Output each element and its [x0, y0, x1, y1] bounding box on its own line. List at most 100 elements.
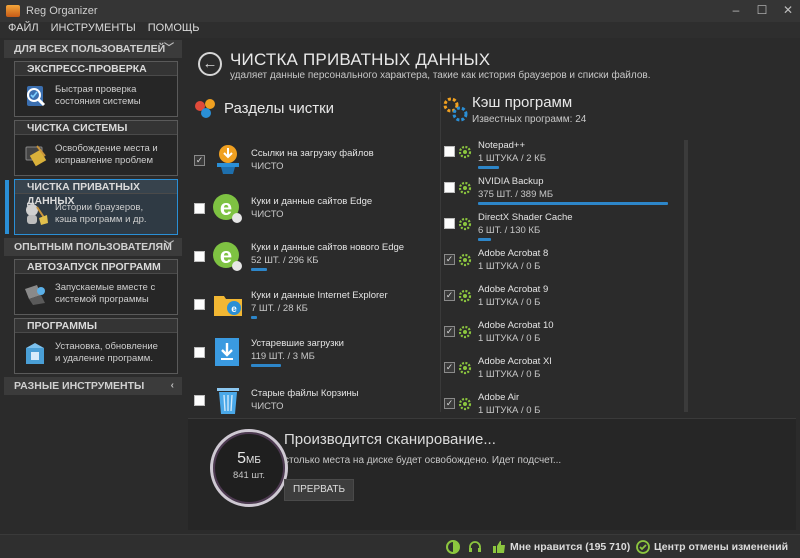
svg-text:e: e — [231, 304, 237, 315]
cache-item-title: Adobe Air — [478, 392, 520, 403]
sidebar-item-autorun[interactable]: АВТОЗАПУСК ПРОГРАММ Запускаемые вместе с… — [14, 259, 178, 315]
close-icon[interactable]: ✕ — [782, 4, 794, 16]
clean-item[interactable]: Старые файлы Корзины ЧИСТО — [194, 376, 434, 424]
like-button[interactable]: Мне нравится (195 710) — [492, 539, 630, 555]
map-pins-icon — [195, 99, 215, 118]
sidebar-item-private-data-cleaning[interactable]: ЧИСТКА ПРИВАТНЫХ ДАННЫХ Истории браузеро… — [5, 179, 178, 235]
gear-icon — [458, 397, 472, 411]
chevron-down-icon[interactable]: ﹀ — [164, 40, 174, 58]
clean-item-title: Старые файлы Корзины — [251, 388, 359, 399]
gears-icon — [443, 97, 468, 122]
menu-tools[interactable]: ИНСТРУМЕНТЫ — [51, 22, 136, 38]
page-title: ЧИСТКА ПРИВАТНЫХ ДАННЫХ — [230, 50, 491, 69]
broom-icon — [25, 145, 47, 167]
gear-icon — [458, 289, 472, 303]
cache-item-value: 1 ШТУКА / 2 КБ — [478, 153, 546, 164]
svg-text:e: e — [220, 195, 232, 220]
cache-item[interactable]: DirectX Shader Cache 6 ШТ. / 130 КБ — [444, 208, 696, 244]
cache-item[interactable]: ✓ Adobe Acrobat 8 1 ШТУКА / 0 Б — [444, 244, 696, 280]
menu-help[interactable]: ПОМОЩЬ — [148, 22, 200, 38]
sidebar-item-programs[interactable]: ПРОГРАММЫ Установка, обновление и удалени… — [14, 318, 178, 374]
undo-center-button[interactable]: Центр отмены изменений — [636, 539, 788, 555]
clean-item[interactable]: e Куки и данные сайтов нового Edge 52 ШТ. … — [194, 232, 434, 280]
gear-icon — [458, 253, 472, 267]
sidebar-section-misc-tools[interactable]: РАЗНЫЕ ИНСТРУМЕНТЫ ‹ — [4, 377, 182, 395]
clean-item-checkbox[interactable] — [194, 250, 205, 262]
cache-scrollbar[interactable] — [684, 140, 688, 412]
menu-bar: ФАЙЛ ИНСТРУМЕНТЫ ПОМОЩЬ — [0, 22, 800, 38]
back-button[interactable]: ← — [198, 52, 222, 76]
old-downloads-icon — [215, 338, 239, 366]
clean-item-checkbox[interactable] — [194, 394, 205, 406]
cache-item[interactable]: ✓ Adobe Acrobat 9 1 ШТУКА / 0 Б — [444, 280, 696, 316]
card-title: ПРОГРАММЫ — [15, 319, 177, 333]
section-label: ДЛЯ ВСЕХ ПОЛЬЗОВАТЕЛЕЙ — [14, 43, 166, 55]
half-circle-icon[interactable] — [446, 540, 460, 554]
card-line1: Установка, обновление — [55, 341, 158, 352]
clean-item-value: 52 ШТ. / 296 КБ — [251, 254, 319, 266]
cache-item[interactable]: ✓ Adobe Acrobat XI 1 ШТУКА / 0 Б — [444, 352, 696, 388]
status-bar: Мне нравится (195 710) Центр отмены изме… — [0, 534, 800, 558]
card-line2: кэша программ и др. — [55, 214, 147, 225]
clean-item-size-bar — [251, 267, 267, 271]
clean-item-size-bar — [251, 315, 257, 319]
card-line2: системой программы — [55, 294, 149, 305]
clean-item-size-bar — [251, 363, 281, 367]
sidebar-section-advanced-users[interactable]: ОПЫТНЫМ ПОЛЬЗОВАТЕЛЯМ ﹀ — [4, 238, 182, 256]
cache-item-title: NVIDIA Backup — [478, 176, 544, 187]
clean-item-checkbox[interactable] — [194, 298, 205, 310]
cache-item-checkbox[interactable] — [444, 218, 455, 229]
scan-size: 5МБ — [213, 450, 285, 468]
sidebar-section-all-users[interactable]: ДЛЯ ВСЕХ ПОЛЬЗОВАТЕЛЕЙ ﹀ — [4, 40, 182, 58]
cache-item-checkbox[interactable]: ✓ — [444, 362, 455, 373]
stop-button[interactable]: ПРЕРВАТЬ — [284, 479, 354, 501]
headset-icon[interactable] — [468, 540, 482, 554]
cache-item[interactable]: Notepad++ 1 ШТУКА / 2 КБ — [444, 136, 696, 172]
cache-item-value: 1 ШТУКА / 0 Б — [478, 261, 541, 272]
autorun-icon — [25, 285, 45, 305]
sidebar-item-express-check[interactable]: ЭКСПРЕСС-ПРОВЕРКА Быстрая проверка состоя… — [14, 61, 178, 117]
maximize-icon[interactable]: ☐ — [756, 4, 768, 16]
cache-item-checkbox[interactable]: ✓ — [444, 254, 455, 265]
clean-item-checkbox[interactable] — [194, 202, 205, 214]
card-line1: Запускаемые вместе с — [55, 282, 156, 293]
checklist-icon — [27, 86, 46, 107]
chevron-down-icon[interactable]: ﹀ — [164, 238, 174, 256]
cache-item-checkbox[interactable] — [444, 146, 455, 157]
cache-item-checkbox[interactable]: ✓ — [444, 290, 455, 301]
cache-item-value: 1 ШТУКА / 0 Б — [478, 405, 541, 416]
likes-label: Мне нравится (195 710) — [510, 541, 631, 553]
chevron-left-icon[interactable]: ‹ — [171, 377, 174, 395]
clean-item-value: 119 ШТ. / 3 МБ — [251, 350, 315, 362]
gear-icon — [458, 217, 472, 231]
clean-item[interactable]: e Куки и данные Internet Explorer 7 ШТ. / … — [194, 280, 434, 328]
clean-item-title: Куки и данные сайтов нового Edge — [251, 241, 405, 253]
cache-item[interactable]: NVIDIA Backup 375 ШТ. / 389 МБ — [444, 172, 696, 208]
clean-item[interactable]: Устаревшие загрузки 119 ШТ. / 3 МБ — [194, 328, 434, 376]
clean-item-checkbox[interactable] — [194, 346, 205, 358]
svg-text:e: e — [220, 243, 232, 268]
gear-icon — [458, 361, 472, 375]
new-edge-icon: e — [213, 242, 242, 271]
card-line2: исправление проблем — [55, 155, 153, 166]
section-label: РАЗНЫЕ ИНСТРУМЕНТЫ — [14, 380, 145, 392]
cache-item-checkbox[interactable] — [444, 182, 455, 193]
menu-file[interactable]: ФАЙЛ — [8, 22, 39, 38]
ie-folder-icon: e — [214, 296, 242, 316]
clean-sections-list: ✓ Ссылки на загрузку файлов ЧИСТО e Куки и д… — [194, 136, 434, 424]
privacy-broom-icon — [26, 204, 48, 225]
cache-item-title: Adobe Acrobat 9 — [478, 284, 549, 295]
active-indicator — [5, 180, 9, 234]
clean-item-checkbox[interactable]: ✓ — [194, 154, 205, 166]
cache-item-value: 1 ШТУКА / 0 Б — [478, 333, 541, 344]
clean-item[interactable]: ✓ Ссылки на загрузку файлов ЧИСТО — [194, 136, 434, 184]
cache-item[interactable]: ✓ Adobe Acrobat 10 1 ШТУКА / 0 Б — [444, 316, 696, 352]
sidebar-item-system-cleaning[interactable]: ЧИСТКА СИСТЕМЫ Освобождение места и испра… — [14, 120, 178, 176]
cache-item-checkbox[interactable]: ✓ — [444, 326, 455, 337]
cache-item-title: Adobe Acrobat XI — [478, 356, 552, 367]
cache-item-checkbox[interactable]: ✓ — [444, 398, 455, 409]
scan-size-value: 5 — [237, 450, 246, 467]
minimize-icon[interactable]: – — [730, 4, 742, 16]
clean-item-value: ЧИСТО — [251, 161, 284, 172]
clean-item[interactable]: e Куки и данные сайтов Edge ЧИСТО — [194, 184, 434, 232]
